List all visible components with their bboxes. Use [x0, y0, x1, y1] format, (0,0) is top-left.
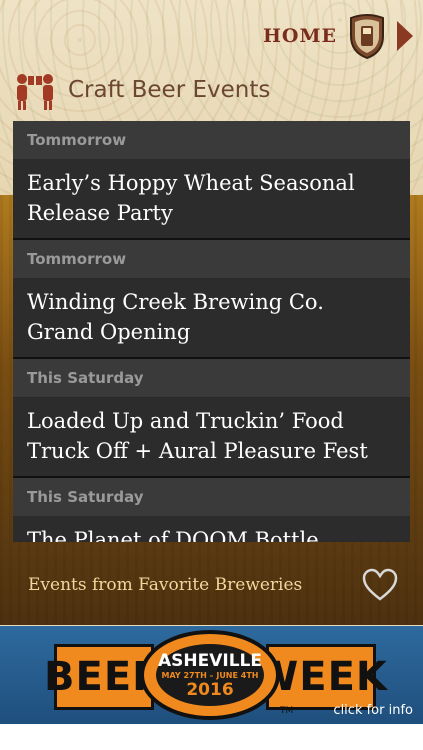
people-cheers-icon [17, 74, 53, 110]
event-title-line: The Planet of DOOM Bottle [27, 528, 319, 542]
banner-badge: ASHEVILLE MAY 27TH – JUNE 4TH 2016 [140, 630, 280, 720]
section-header: Craft Beer Events [12, 68, 270, 112]
click-for-info-link[interactable]: click for info [333, 703, 413, 718]
event-title: Early’s Hoppy Wheat Seasonal Release Par… [13, 160, 410, 238]
event-date: This Saturday [13, 478, 410, 517]
home-label: HOME [262, 25, 337, 47]
event-title-line: Loaded Up and Truckin’ Food [27, 409, 344, 433]
events-list[interactable]: Tommorrow Early’s Hoppy Wheat Seasonal R… [13, 121, 410, 542]
badge-year: 2016 [186, 679, 234, 700]
banner-week-text: WEEK [254, 644, 387, 710]
home-button[interactable]: HOME [263, 10, 413, 62]
event-title: Loaded Up and Truckin’ Food Truck Off + … [13, 398, 410, 476]
event-date: This Saturday [13, 359, 410, 398]
list-item[interactable]: This Saturday Loaded Up and Truckin’ Foo… [13, 359, 410, 478]
event-title: The Planet of DOOM Bottle [13, 517, 410, 542]
list-item[interactable]: Tommorrow Early’s Hoppy Wheat Seasonal R… [13, 121, 410, 240]
event-title-line: Release Party [27, 201, 173, 225]
event-title: Winding Creek Brewing Co. Grand Opening [13, 279, 410, 357]
event-date: Tommorrow [13, 121, 410, 160]
favorites-label: Events from Favorite Breweries [28, 575, 303, 595]
event-date: Tommorrow [13, 240, 410, 279]
beer-glass-shield-icon [350, 14, 384, 60]
badge-inner: ASHEVILLE MAY 27TH – JUNE 4TH 2016 [156, 644, 264, 706]
arrow-right-icon [397, 21, 413, 51]
badge-city: ASHEVILLE [157, 650, 262, 671]
list-item[interactable]: This Saturday The Planet of DOOM Bottle [13, 478, 410, 542]
event-title-line: Early’s Hoppy Wheat Seasonal [27, 171, 355, 195]
event-title-line: Grand Opening [27, 320, 191, 344]
event-title-line: Winding Creek Brewing Co. [27, 290, 324, 314]
bottom-strip [0, 724, 423, 750]
trademark: TM [280, 706, 294, 716]
heart-icon [362, 568, 398, 601]
badge-dates: MAY 27TH – JUNE 4TH [161, 670, 259, 680]
page-title: Craft Beer Events [68, 77, 271, 103]
beer-week-banner[interactable]: BEER WEEK ASHEVILLE MAY 27TH – JUNE 4TH … [0, 626, 423, 724]
event-title-line: Truck Off + Aural Pleasure Fest [27, 439, 368, 463]
list-item[interactable]: Tommorrow Winding Creek Brewing Co. Gran… [13, 240, 410, 359]
favorite-breweries-button[interactable]: Events from Favorite Breweries [0, 560, 423, 610]
banner-beer-text: BEER [44, 644, 163, 710]
